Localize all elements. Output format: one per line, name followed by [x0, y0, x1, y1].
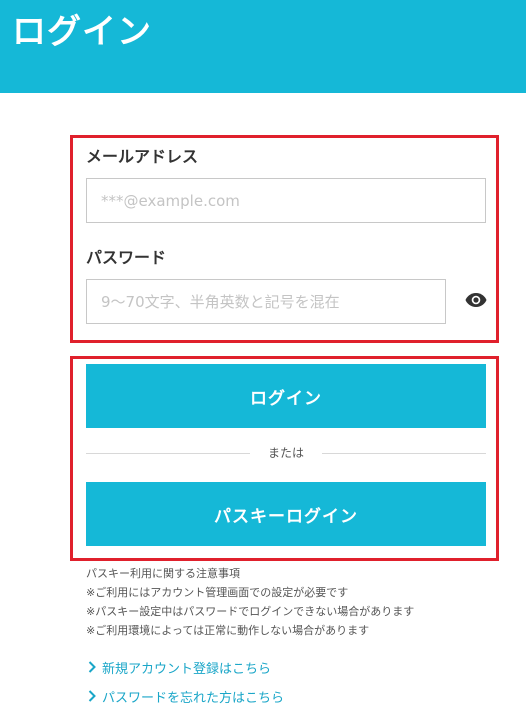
passkey-login-button[interactable]: パスキーログイン	[86, 482, 486, 546]
passkey-notes: パスキー利用に関する注意事項 ※ご利用にはアカウント管理画面での設定が必要です …	[86, 564, 516, 640]
note-item: ※ご利用にはアカウント管理画面での設定が必要です	[86, 586, 349, 599]
forgot-password-link-label: パスワードを忘れた方はこちら	[102, 691, 285, 706]
password-field[interactable]	[86, 279, 446, 324]
divider-line	[322, 453, 486, 454]
login-button[interactable]: ログイン	[86, 364, 486, 428]
chevron-right-icon	[88, 690, 98, 708]
email-label: メールアドレス	[86, 147, 199, 166]
chevron-right-icon	[88, 661, 98, 679]
header: ログイン	[0, 0, 526, 93]
email-field[interactable]	[86, 178, 486, 223]
eye-icon[interactable]	[465, 292, 487, 308]
notes-title: パスキー利用に関する注意事項	[86, 567, 240, 580]
signup-link-label: 新規アカウント登録はこちら	[102, 662, 272, 677]
or-divider: または	[86, 443, 486, 463]
note-item: ※パスキー設定中はパスワードでログインできない場合があります	[86, 605, 415, 618]
password-label: パスワード	[86, 248, 167, 267]
note-item: ※ご利用環境によっては正常に動作しない場合があります	[86, 624, 370, 637]
signup-link[interactable]: 新規アカウント登録はこちら	[88, 661, 271, 679]
page-title: ログイン	[12, 12, 152, 52]
forgot-password-link[interactable]: パスワードを忘れた方はこちら	[88, 690, 284, 708]
